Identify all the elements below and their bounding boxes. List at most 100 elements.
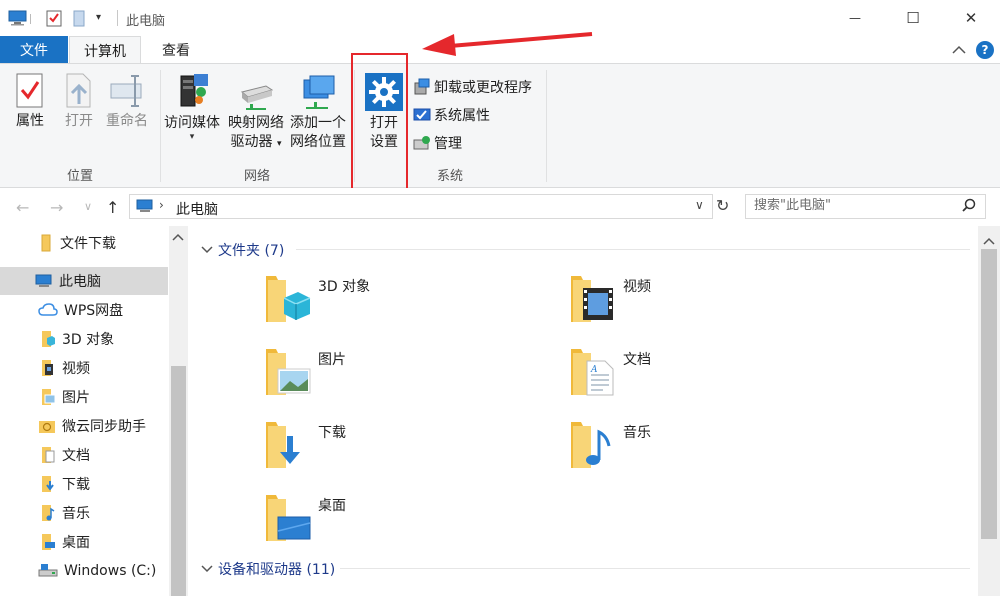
forward-arrow-icon[interactable]: → [50, 198, 63, 217]
access-media-button[interactable]: 访问媒体 ▾ [164, 72, 220, 142]
sidebar-item-wps-drive[interactable]: WPS网盘 [0, 296, 168, 324]
content-pane: 文件夹 (7) 3D 对象 视频 图片 A 文档 下载 音乐 桌面 设备和驱动器… [188, 226, 978, 596]
drive-icon [38, 564, 58, 577]
map-network-drive-button[interactable]: 映射网络 驱动器 ▾ [228, 72, 284, 154]
sidebar-item-documents[interactable]: 文档 [0, 441, 168, 469]
search-box[interactable] [745, 194, 986, 219]
tab-computer[interactable]: 计算机 [69, 36, 141, 64]
network-drive-icon [240, 85, 274, 110]
folder-pictures[interactable]: 图片 [264, 345, 524, 409]
add-location-label-1: 添加一个 [290, 115, 346, 131]
sidebar-item-pictures[interactable]: 图片 [0, 383, 168, 411]
folder-desktop[interactable]: 桌面 [264, 491, 524, 555]
open-button[interactable]: 打开 [63, 72, 95, 131]
map-drive-label-1: 映射网络 [228, 115, 284, 131]
address-dropdown-icon[interactable]: ∨ [695, 198, 704, 212]
content-scroll-thumb[interactable] [981, 249, 997, 539]
sidebar-item-label: 文件下载 [60, 236, 116, 252]
group-divider [546, 70, 547, 182]
downloads-folder-icon [266, 422, 300, 468]
3d-objects-folder-icon [42, 331, 55, 347]
refresh-icon[interactable]: ↻ [716, 196, 729, 215]
maximize-button[interactable]: ☐ [884, 0, 942, 36]
sidebar-item-label: 3D 对象 [62, 332, 115, 348]
sidebar-item-label: 桌面 [62, 535, 90, 551]
sidebar-item-label: Windows (C:) [64, 563, 157, 579]
uninstall-icon [414, 78, 430, 95]
devices-section-header[interactable]: 设备和驱动器 (11) [201, 559, 335, 579]
sidebar-item-this-pc[interactable]: 此电脑 [0, 267, 168, 295]
folder-3d-objects[interactable]: 3D 对象 [264, 272, 524, 336]
tab-file[interactable]: 文件 [0, 36, 68, 64]
sidebar-item-downloads[interactable]: 下载 [0, 470, 168, 498]
sidebar-item-weiyun-sync[interactable]: 微云同步助手 [0, 412, 168, 440]
documents-folder-icon [42, 447, 55, 463]
open-icon [66, 73, 91, 108]
sidebar-item-label: 音乐 [62, 506, 90, 522]
sidebar-item-windows-c[interactable]: Windows (C:) [0, 557, 168, 585]
properties-label: 属性 [16, 113, 44, 129]
uninstall-program-button[interactable]: 卸载或更改程序 [413, 76, 532, 98]
recent-locations-icon[interactable]: ∨ [84, 200, 92, 213]
close-button[interactable]: ✕ [942, 0, 1000, 36]
chevron-down-icon [201, 246, 213, 254]
folder-videos[interactable]: 视频 [569, 272, 829, 336]
system-properties-icon [413, 108, 431, 121]
sidebar-item-music[interactable]: 音乐 [0, 499, 168, 527]
open-label: 打开 [65, 113, 93, 129]
sidebar-item-label: 视频 [62, 361, 90, 377]
uninstall-label: 卸载或更改程序 [434, 80, 532, 96]
minimize-button[interactable]: — [826, 0, 884, 36]
manage-button[interactable]: 管理 [413, 132, 462, 154]
customize-toolbar-icon[interactable]: ▾ [96, 12, 101, 23]
sidebar-scroll-thumb[interactable] [171, 366, 186, 596]
system-properties-button[interactable]: 系统属性 [413, 104, 490, 126]
window-title: 此电脑 [126, 14, 166, 29]
music-folder-icon [571, 422, 611, 468]
scroll-up-icon[interactable] [172, 230, 184, 245]
sidebar-item-label: 图片 [62, 390, 90, 406]
manage-computer-icon [413, 136, 430, 150]
folders-section-header[interactable]: 文件夹 (7) [201, 240, 284, 260]
properties-quick-icon[interactable] [46, 10, 62, 31]
sidebar-item-videos[interactable]: 视频 [0, 354, 168, 382]
music-folder-icon [42, 505, 55, 521]
up-arrow-icon[interactable]: ↑ [106, 198, 119, 217]
system-properties-label: 系统属性 [434, 108, 490, 124]
devices-header-label: 设备和驱动器 (11) [218, 562, 336, 578]
scroll-up-icon[interactable] [983, 234, 995, 249]
sidebar-item-file-downloads[interactable]: 文件下载 [0, 229, 168, 257]
properties-button[interactable]: 属性 [14, 72, 46, 131]
add-network-location-button[interactable]: 添加一个 网络位置 [290, 72, 346, 152]
collapse-ribbon-icon[interactable] [952, 44, 966, 59]
folder-label: 下载 [318, 425, 346, 441]
sidebar-item-label: 文档 [62, 448, 90, 464]
folder-downloads[interactable]: 下载 [264, 418, 524, 482]
address-bar[interactable]: › 此电脑 ∨ [129, 194, 713, 219]
folder-label: 视频 [623, 279, 651, 295]
breadcrumb-chevron-icon[interactable]: › [159, 198, 164, 212]
search-input[interactable] [754, 198, 954, 213]
help-icon[interactable]: ? [976, 41, 994, 59]
access-media-label: 访问媒体 [164, 115, 220, 131]
folder-music[interactable]: 音乐 [569, 418, 829, 482]
new-folder-quick-icon[interactable] [73, 10, 85, 31]
tab-view[interactable]: 查看 [142, 36, 210, 64]
sidebar-item-desktop[interactable]: 桌面 [0, 528, 168, 556]
rename-icon [110, 75, 142, 107]
properties-icon [16, 73, 43, 108]
documents-folder-icon: A [571, 349, 614, 396]
computer-icon [8, 10, 28, 30]
folder-documents[interactable]: A 文档 [569, 345, 829, 409]
folder-label: 图片 [318, 352, 346, 368]
search-icon[interactable] [962, 198, 976, 216]
back-arrow-icon[interactable]: ← [16, 198, 29, 217]
folder-label: 文档 [623, 352, 651, 368]
group-label-network: 网络 [243, 169, 270, 184]
group-label-location: 位置 [66, 169, 93, 184]
sidebar-item-3d-objects[interactable]: 3D 对象 [0, 325, 168, 353]
chevron-down-icon [201, 565, 213, 573]
folder-icon [41, 234, 51, 252]
quick-access-divider [30, 14, 31, 24]
rename-button[interactable]: 重命名 [106, 72, 148, 131]
